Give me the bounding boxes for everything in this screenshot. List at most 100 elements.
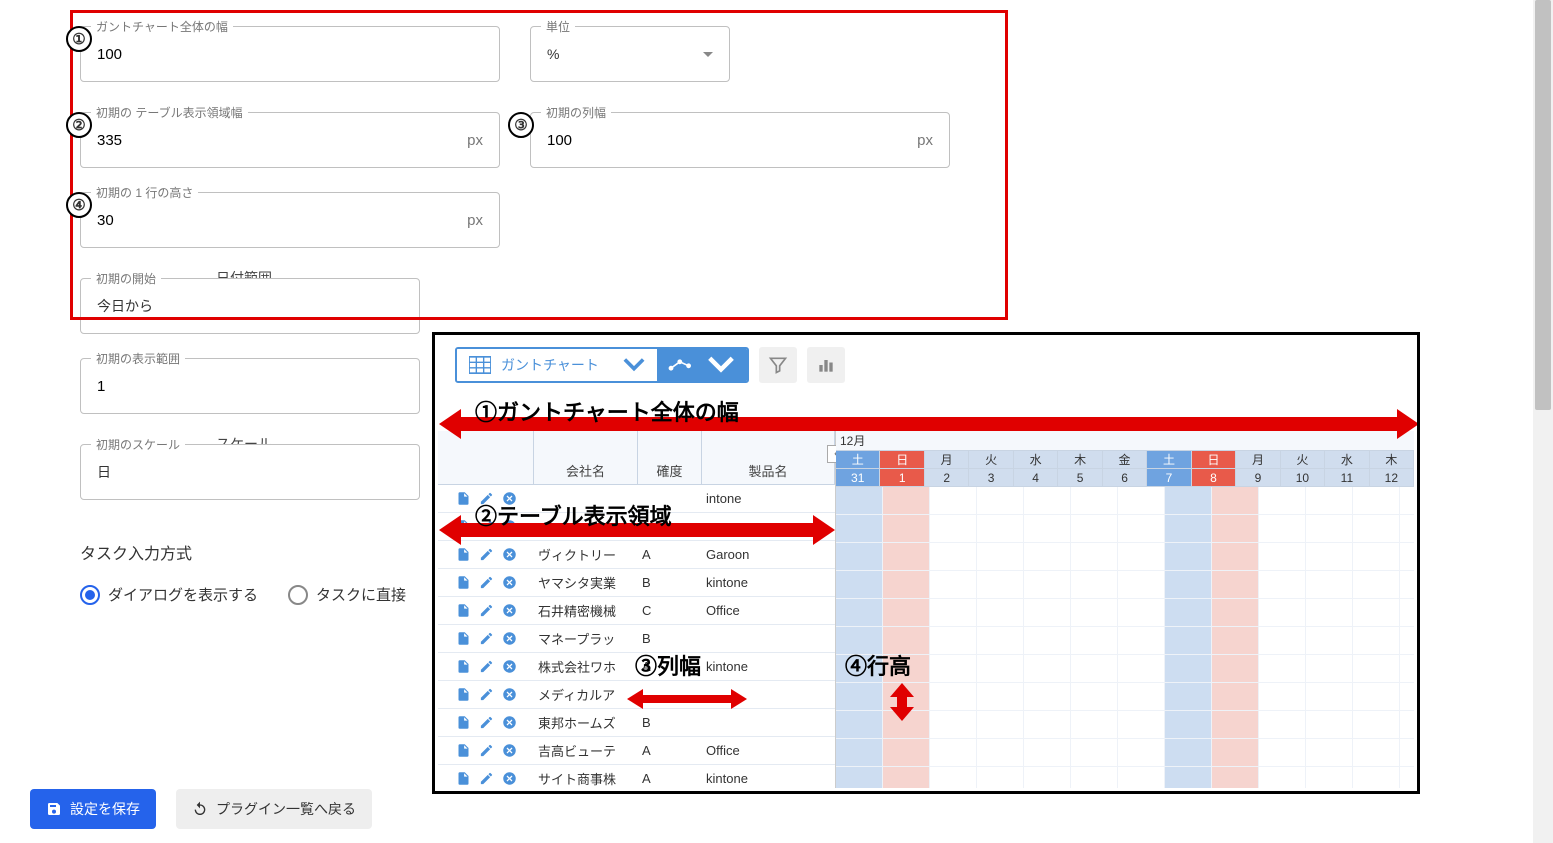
save-button-label: 設定を保存 <box>70 799 140 819</box>
pencil-icon[interactable] <box>479 743 494 758</box>
day-header: 日 <box>1192 451 1236 468</box>
day-header: 火 <box>969 451 1013 468</box>
table-row[interactable]: ヴィクトリー A Garoon <box>438 541 835 569</box>
timeline-row <box>836 487 1414 515</box>
view-selector-right[interactable] <box>657 349 747 381</box>
table-col-input[interactable] <box>547 132 917 149</box>
pencil-icon[interactable] <box>479 631 494 646</box>
row-icons <box>438 687 534 702</box>
day-header: 火 <box>1281 451 1325 468</box>
gantt-area: ‹ 会社名 確度 製品名 intone ヴィクトリー A Garoon ヤマシタ… <box>438 431 1414 788</box>
pencil-icon[interactable] <box>479 771 494 786</box>
table-area-input[interactable] <box>97 132 467 149</box>
pencil-icon[interactable] <box>479 603 494 618</box>
header-company: 会社名 <box>534 431 638 484</box>
close-circle-icon[interactable] <box>502 575 517 590</box>
close-circle-icon[interactable] <box>502 687 517 702</box>
overall-width-input[interactable] <box>97 46 483 63</box>
cell-product: kintone <box>702 659 835 674</box>
pencil-icon[interactable] <box>479 547 494 562</box>
table-row[interactable]: 吉高ビューテ A Office <box>438 737 835 765</box>
close-circle-icon[interactable] <box>502 771 517 786</box>
cell-product: intone <box>702 491 835 506</box>
file-icon[interactable] <box>456 743 471 758</box>
table-row[interactable]: サイト商事株 A kintone <box>438 765 835 793</box>
overall-unit-field[interactable]: 単位 % <box>530 26 730 82</box>
close-circle-icon[interactable] <box>502 631 517 646</box>
task-mode-option-direct[interactable]: タスクに直接 <box>288 584 406 605</box>
scale-field[interactable]: 初期のスケール 日 <box>80 444 420 500</box>
cell-product: Office <box>702 603 835 618</box>
close-circle-icon[interactable] <box>502 547 517 562</box>
file-icon[interactable] <box>456 687 471 702</box>
cell-grade: A <box>638 743 702 758</box>
file-icon[interactable] <box>456 603 471 618</box>
table-row-field[interactable]: 初期の 1 行の高さ px <box>80 192 500 248</box>
date-header: 31 <box>836 469 880 486</box>
date-start-label: 初期の開始 <box>91 270 161 287</box>
table-col-field[interactable]: 初期の列幅 px <box>530 112 950 168</box>
close-circle-icon[interactable] <box>502 715 517 730</box>
file-icon[interactable] <box>456 491 471 506</box>
row-icons <box>438 575 534 590</box>
file-icon[interactable] <box>456 659 471 674</box>
file-icon[interactable] <box>456 575 471 590</box>
date-header: 11 <box>1325 469 1369 486</box>
table-area-field[interactable]: 初期の テーブル表示領域幅 px <box>80 112 500 168</box>
close-circle-icon[interactable] <box>502 743 517 758</box>
row-icons <box>438 547 534 562</box>
back-button[interactable]: プラグイン一覧へ戻る <box>176 789 372 829</box>
file-icon[interactable] <box>456 715 471 730</box>
pencil-icon[interactable] <box>479 687 494 702</box>
timeline-row <box>836 543 1414 571</box>
day-header: 土 <box>836 451 880 468</box>
table-row[interactable]: ヤマシタ実業 B kintone <box>438 569 835 597</box>
close-circle-icon[interactable] <box>502 603 517 618</box>
pencil-icon[interactable] <box>479 575 494 590</box>
view-selector-left[interactable]: ガントチャート <box>457 349 657 381</box>
overall-width-field[interactable]: ガントチャート全体の幅 <box>80 26 500 82</box>
header-grade: 確度 <box>638 431 702 484</box>
chevron-down-icon <box>705 356 737 374</box>
overall-width-label: ガントチャート全体の幅 <box>91 18 233 35</box>
file-icon[interactable] <box>456 771 471 786</box>
table-row-input[interactable] <box>97 212 467 229</box>
cell-company: サイト商事株 <box>534 769 638 788</box>
pencil-icon[interactable] <box>479 715 494 730</box>
pencil-icon[interactable] <box>479 659 494 674</box>
cell-product: Garoon <box>702 547 835 562</box>
date-range-label: 初期の表示範囲 <box>91 350 185 367</box>
bar-chart-icon <box>816 355 836 375</box>
cell-company: マネープラッ <box>534 629 638 648</box>
bottom-bar: 設定を保存 プラグイン一覧へ戻る <box>30 789 372 829</box>
date-start-field[interactable]: 初期の開始 今日から <box>80 278 420 334</box>
overall-unit-value: % <box>547 46 703 62</box>
close-circle-icon[interactable] <box>502 659 517 674</box>
vertical-scrollbar-thumb[interactable] <box>1535 0 1551 410</box>
day-header: 木 <box>1370 451 1414 468</box>
chart-button[interactable] <box>807 347 845 383</box>
filter-button[interactable] <box>759 347 797 383</box>
timeline-row <box>836 739 1414 767</box>
view-selector[interactable]: ガントチャート <box>455 347 749 383</box>
table-row[interactable]: 東邦ホームズ B <box>438 709 835 737</box>
timeline-row <box>836 515 1414 543</box>
date-range-input[interactable] <box>97 378 403 395</box>
cell-company: 石井精密機械 <box>534 601 638 620</box>
task-mode-opt1-label: ダイアログを表示する <box>108 584 258 605</box>
vertical-scrollbar-track[interactable] <box>1533 0 1553 843</box>
cell-company: ヴィクトリー <box>534 545 638 564</box>
file-icon[interactable] <box>456 547 471 562</box>
day-header: 木 <box>1058 451 1102 468</box>
row-icons <box>438 659 534 674</box>
save-button[interactable]: 設定を保存 <box>30 789 156 829</box>
file-icon[interactable] <box>456 631 471 646</box>
task-mode-option-dialog[interactable]: ダイアログを表示する <box>80 584 258 605</box>
table-row[interactable]: 石井精密機械 C Office <box>438 597 835 625</box>
row-icons <box>438 715 534 730</box>
date-header: 5 <box>1058 469 1102 486</box>
cell-company: 吉高ビューテ <box>534 741 638 760</box>
date-range-field[interactable]: 初期の表示範囲 <box>80 358 420 414</box>
date-header: 3 <box>969 469 1013 486</box>
cell-company: ヤマシタ実業 <box>534 573 638 592</box>
